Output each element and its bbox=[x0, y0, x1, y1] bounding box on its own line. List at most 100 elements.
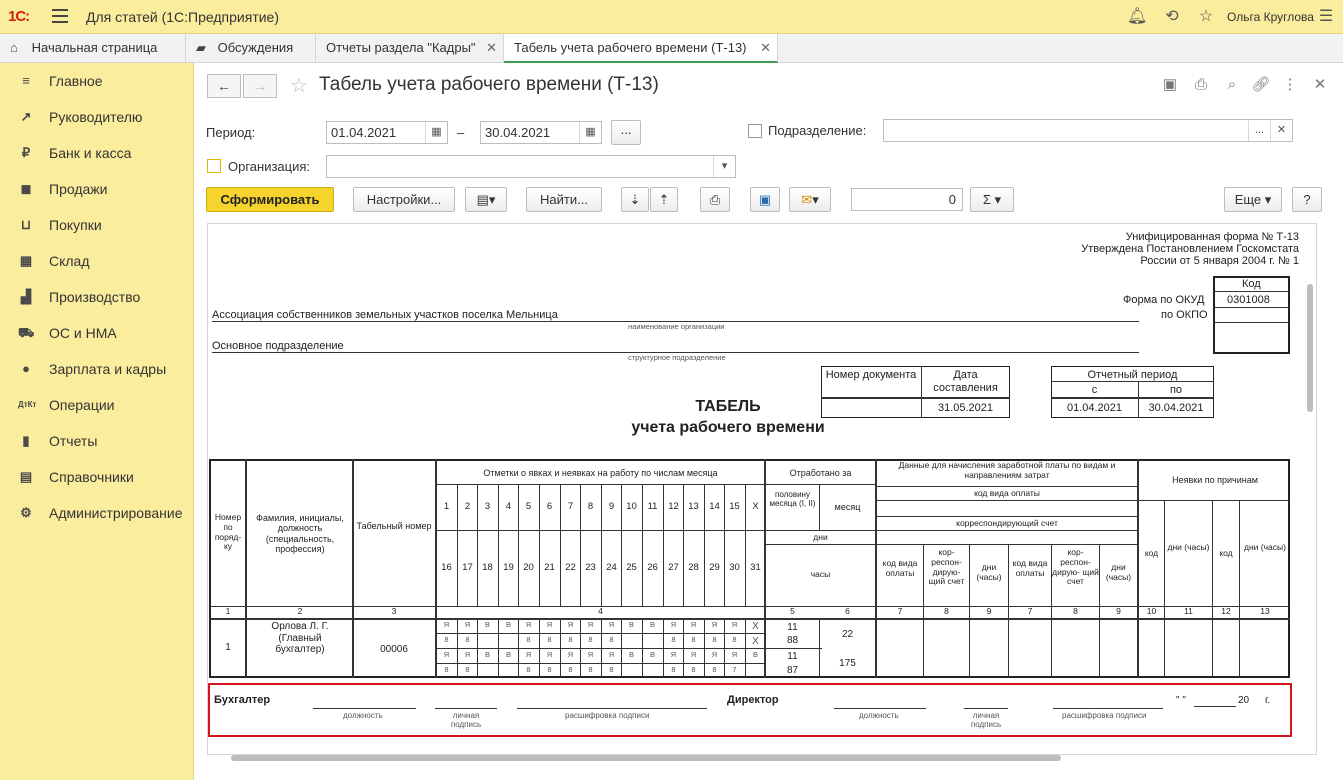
forward-button[interactable]: → bbox=[243, 74, 277, 98]
col-daysh-4: дни (часы) bbox=[1244, 542, 1286, 552]
preview-icon[interactable]: ⌕ bbox=[1222, 75, 1242, 95]
clear-icon[interactable]: ✕ bbox=[1270, 120, 1292, 141]
decoding-caption: расшифровка подписи bbox=[1062, 711, 1147, 720]
more-icon[interactable]: ⋮ bbox=[1280, 75, 1300, 95]
sidebar-item-operations[interactable]: ДтКт Операции bbox=[0, 387, 194, 423]
date-from-field[interactable]: 01.04.2021 ▦ bbox=[326, 121, 448, 144]
divider bbox=[436, 648, 765, 649]
sidebar-item-manager[interactable]: ↗ Руководителю bbox=[0, 99, 194, 135]
period-header: Отчетный период bbox=[1087, 369, 1178, 381]
day-mark: В bbox=[484, 620, 490, 629]
organization-name: Ассоциация собственников земельных участ… bbox=[212, 309, 558, 321]
back-button[interactable]: ← bbox=[207, 74, 241, 98]
subdivision-checkbox[interactable] bbox=[748, 124, 762, 138]
period-select-button[interactable]: ... bbox=[611, 120, 641, 145]
horizontal-scrollbar[interactable] bbox=[231, 755, 1061, 761]
sum-field[interactable]: 0 bbox=[851, 188, 963, 211]
app-title: Для статей (1С:Предприятие) bbox=[86, 9, 279, 25]
settings-button[interactable]: Настройки... bbox=[353, 187, 455, 212]
history-icon[interactable]: ⟲ bbox=[1162, 7, 1182, 27]
sidebar-item-salary[interactable]: ● Зарплата и кадры bbox=[0, 351, 194, 387]
day-mark: 8 bbox=[691, 665, 696, 674]
close-icon[interactable]: ✕ bbox=[1310, 75, 1330, 95]
period-from-label: с bbox=[1091, 384, 1098, 396]
help-button[interactable]: ? bbox=[1292, 187, 1322, 212]
col-code-2: код bbox=[1219, 548, 1233, 558]
day-label: 31 bbox=[750, 562, 761, 573]
day-mark: Я bbox=[443, 620, 450, 629]
dash: – bbox=[457, 125, 465, 140]
generate-button[interactable]: Сформировать bbox=[206, 187, 334, 212]
tab-discussions[interactable]: ▰ Обсуждения bbox=[186, 34, 316, 63]
col-month-header: месяц bbox=[834, 502, 861, 512]
close-icon[interactable]: ✕ bbox=[486, 34, 497, 62]
tab-hr-reports[interactable]: Отчеты раздела "Кадры" ✕ bbox=[316, 34, 504, 63]
period-to: 30.04.2021 bbox=[1148, 402, 1204, 414]
month-days: 22 bbox=[841, 629, 854, 640]
day-label: 5 bbox=[525, 501, 532, 512]
doc-date-header: Дата составления bbox=[933, 369, 998, 394]
day-mark: 8 bbox=[465, 665, 470, 674]
day-mark: Я bbox=[711, 620, 718, 629]
print-icon[interactable]: ⎙ bbox=[1191, 75, 1211, 95]
day-label: 11 bbox=[647, 501, 658, 512]
subdivision-field[interactable]: ... ✕ bbox=[883, 119, 1293, 142]
variants-button[interactable]: ▤▾ bbox=[465, 187, 507, 212]
day-label: 27 bbox=[668, 562, 679, 573]
calendar-icon[interactable]: ▦ bbox=[425, 122, 447, 143]
date-to-field[interactable]: 30.04.2021 ▦ bbox=[480, 121, 602, 144]
menu-icon[interactable] bbox=[52, 9, 68, 23]
user-name[interactable]: Ольга Круглова bbox=[1227, 10, 1314, 24]
organization-checkbox[interactable] bbox=[207, 159, 221, 173]
more-button[interactable]: Еще ▾ bbox=[1224, 187, 1282, 212]
doc-date: 31.05.2021 bbox=[937, 402, 994, 414]
print-button[interactable]: ⎙ bbox=[700, 187, 730, 212]
organization-field[interactable]: ▾ bbox=[326, 155, 736, 178]
cart-icon: ⊔ bbox=[20, 217, 32, 232]
select-ellipsis-button[interactable]: ... bbox=[1248, 120, 1270, 141]
tab-home[interactable]: ⌂ Начальная страница bbox=[0, 34, 186, 63]
chevron-down-icon[interactable]: ▾ bbox=[713, 156, 735, 177]
sidebar-item-production[interactable]: ▟ Производство bbox=[0, 279, 194, 315]
sidebar-item-references[interactable]: ▤ Справочники bbox=[0, 459, 194, 495]
half2-hours: 87 bbox=[786, 665, 799, 676]
sigma-icon: Σ ▾ bbox=[982, 192, 1002, 207]
sidebar-item-admin[interactable]: ⚙ Администрирование bbox=[0, 495, 194, 531]
sidebar-item-main[interactable]: ≡ Главное bbox=[0, 63, 194, 99]
divider bbox=[876, 530, 1138, 531]
day-label: 17 bbox=[462, 562, 473, 573]
vertical-scrollbar[interactable] bbox=[1307, 284, 1313, 412]
half1-days: 11 bbox=[787, 622, 798, 633]
tab-timesheet[interactable]: Табель учета рабочего времени (Т-13) ✕ bbox=[504, 34, 778, 63]
employee-tab: 00006 bbox=[380, 644, 408, 655]
menu-icon[interactable]: ☰ bbox=[1316, 7, 1336, 27]
sidebar-item-purchases[interactable]: ⊔ Покупки bbox=[0, 207, 194, 243]
close-icon[interactable]: ✕ bbox=[760, 34, 771, 62]
save-icon[interactable]: ▣ bbox=[1160, 75, 1180, 95]
sidebar-item-bank[interactable]: ₽ Банк и касса bbox=[0, 135, 194, 171]
sum-button[interactable]: Σ ▾ bbox=[970, 187, 1014, 212]
find-button[interactable]: Найти... bbox=[526, 187, 602, 212]
sidebar: ≡ Главное ↗ Руководителю ₽ Банк и касса ◼ Пр… bbox=[0, 63, 194, 780]
sidebar-item-sales[interactable]: ◼ Продажи bbox=[0, 171, 194, 207]
sidebar-item-reports[interactable]: ▮ Отчеты bbox=[0, 423, 194, 459]
truck-icon: ⛟ bbox=[18, 325, 35, 340]
col-daysh-3: дни (часы) bbox=[1167, 542, 1210, 552]
star-icon[interactable]: ☆ bbox=[1196, 7, 1216, 27]
collapse-icon[interactable]: ⇣ bbox=[621, 187, 649, 212]
save-button[interactable]: ▣ bbox=[750, 187, 780, 212]
expand-icon[interactable]: ⇡ bbox=[650, 187, 678, 212]
day-mark: Х bbox=[752, 636, 759, 647]
send-button[interactable]: ✉▾ bbox=[789, 187, 831, 212]
day-mark: Я bbox=[608, 620, 615, 629]
calendar-icon[interactable]: ▦ bbox=[579, 122, 601, 143]
sidebar-item-assets[interactable]: ⛟ ОС и НМА bbox=[0, 315, 194, 351]
divider bbox=[1164, 500, 1165, 678]
gear-icon: ⚙ bbox=[20, 505, 32, 520]
favorite-star-icon[interactable]: ☆ bbox=[290, 73, 308, 98]
link-icon[interactable]: 🔗︎ bbox=[1251, 75, 1271, 95]
day-label: 8 bbox=[587, 501, 594, 512]
bell-icon[interactable]: 🔔︎ bbox=[1127, 7, 1147, 27]
sidebar-item-warehouse[interactable]: ▦ Склад bbox=[0, 243, 194, 279]
column-number: 4 bbox=[598, 606, 603, 616]
